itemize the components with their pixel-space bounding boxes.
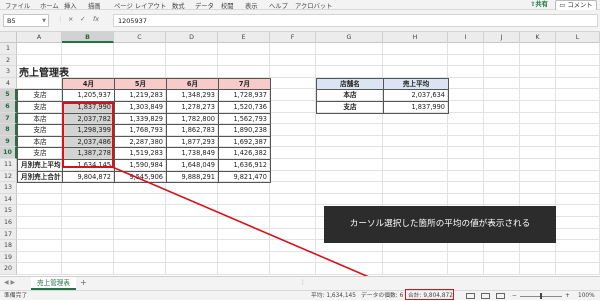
enter-icon[interactable]: ✓ [80, 15, 85, 23]
col-header-d[interactable]: D [166, 32, 218, 43]
row-header-12[interactable]: 12 [0, 170, 17, 183]
col-header-a[interactable]: A [17, 32, 62, 43]
share-button[interactable]: ⇪共有 [526, 0, 552, 9]
col-header-j[interactable]: J [484, 32, 520, 43]
comment-label: コメント [567, 2, 593, 9]
grid-line-horizontal [17, 262, 600, 264]
row-header-2[interactable]: 2 [0, 54, 17, 67]
row-header-15[interactable]: 15 [0, 205, 17, 217]
row-header-4[interactable]: 4 [0, 77, 17, 90]
total-label-cell[interactable]: 月別売上合計 [17, 170, 63, 184]
total-cell[interactable]: 9,821,470 [218, 170, 271, 184]
tab-formulas[interactable]: 数式 [172, 1, 185, 10]
col-header-i[interactable]: I [448, 32, 484, 43]
sheet-tab-sales[interactable]: 売上管理表 [31, 277, 76, 290]
row-header-16[interactable]: 16 [0, 217, 17, 229]
share-label: 共有 [535, 1, 548, 8]
col-header-b[interactable]: B [62, 32, 114, 43]
row-header-8[interactable]: 8 [0, 124, 17, 136]
tab-acrobat[interactable]: アクロバット [295, 1, 332, 10]
row-header-6[interactable]: 6 [0, 101, 17, 113]
sheet-tab-bar: ◀ ▶ 売上管理表 + ⋮ [0, 276, 600, 290]
formula-bar: B5 ▼ ⋮ × ✓ fx 1205937 [0, 10, 600, 32]
tab-page-layout[interactable]: ページ レイアウト [114, 1, 166, 10]
col-header-e[interactable]: E [218, 32, 270, 43]
row-header-3[interactable]: 3 [0, 66, 17, 78]
row-header-7[interactable]: 7 [0, 112, 17, 125]
add-sheet-icon[interactable]: + [80, 278, 87, 287]
tab-data[interactable]: データ [195, 1, 214, 10]
col-header-l[interactable]: L [556, 32, 600, 43]
tab-draw[interactable]: 描画 [88, 1, 101, 10]
tab-file[interactable]: ファイル [5, 1, 30, 10]
page-break-view-icon[interactable] [496, 293, 505, 299]
insert-function-icon[interactable]: fx [93, 15, 99, 23]
normal-view-icon[interactable] [466, 293, 475, 299]
sheet-nav-arrows-icon[interactable]: ◀ ▶ [4, 279, 15, 286]
col-header-k[interactable]: K [520, 32, 556, 43]
name-box-value: B5 [7, 17, 16, 25]
tab-home[interactable]: ホーム [40, 1, 59, 10]
select-all-corner[interactable] [0, 32, 17, 43]
grid-line-horizontal [17, 250, 600, 252]
tab-view[interactable]: 表示 [245, 1, 258, 10]
summary-store-cell[interactable]: 支店 [316, 101, 384, 114]
row-header-1[interactable]: 1 [0, 43, 17, 55]
formula-input[interactable]: 1205937 [113, 14, 598, 27]
tab-review[interactable]: 校閲 [221, 1, 234, 10]
row-header-17[interactable]: 17 [0, 228, 17, 241]
grid-line-horizontal [17, 65, 600, 67]
grid-line-horizontal [17, 274, 600, 275]
chevron-down-icon[interactable]: ▼ [42, 15, 46, 27]
col-header-h[interactable]: H [383, 32, 448, 43]
row-header-9[interactable]: 9 [0, 135, 17, 148]
tab-insert[interactable]: 挿入 [64, 1, 77, 10]
total-cell[interactable]: 9,545,906 [114, 170, 167, 184]
row-header-18[interactable]: 18 [0, 240, 17, 252]
col-header-c[interactable]: C [114, 32, 166, 43]
row-header-19[interactable]: 19 [0, 251, 17, 264]
ribbon-tabs: ファイル ホーム 挿入 描画 ページ レイアウト 数式 データ 校閲 表示 ヘル… [0, 0, 600, 11]
menu-dots-icon: ⋮ [57, 15, 64, 23]
row-header-13[interactable]: 13 [0, 182, 17, 194]
total-cell[interactable]: 9,888,291 [166, 170, 219, 184]
col-header-f[interactable]: F [270, 32, 316, 43]
row-header-10[interactable]: 10 [0, 147, 17, 159]
status-bar: 準備完了 平均: 1,634,145 データの個数: 6 合計: 9,804,8… [0, 290, 600, 300]
status-sum-highlight [405, 289, 454, 300]
summary-value-cell[interactable]: 1,837,990 [383, 101, 449, 114]
col-header-g[interactable]: G [316, 32, 383, 43]
row-header-20[interactable]: 20 [0, 263, 17, 275]
name-box[interactable]: B5 ▼ [3, 14, 49, 27]
row-header-14[interactable]: 14 [0, 193, 17, 206]
tab-help[interactable]: ヘルプ [269, 1, 288, 10]
cancel-icon[interactable]: × [68, 15, 73, 23]
total-cell[interactable]: 9,804,872 [62, 170, 115, 184]
grid-line-horizontal [17, 53, 600, 55]
page-layout-view-icon[interactable] [481, 293, 490, 299]
row-header-11[interactable]: 11 [0, 159, 17, 171]
grid-line-horizontal [17, 192, 600, 194]
row-header-5[interactable]: 5 [0, 89, 17, 101]
comment-icon: ▭ [559, 2, 566, 9]
tab-bar-more-icon: ⋮ [300, 279, 306, 286]
selection-highlight [62, 102, 114, 168]
zoom-slider-thumb[interactable] [540, 293, 542, 299]
annotation-callout: カーソル選択した箇所の平均の値が表示される [324, 206, 556, 243]
